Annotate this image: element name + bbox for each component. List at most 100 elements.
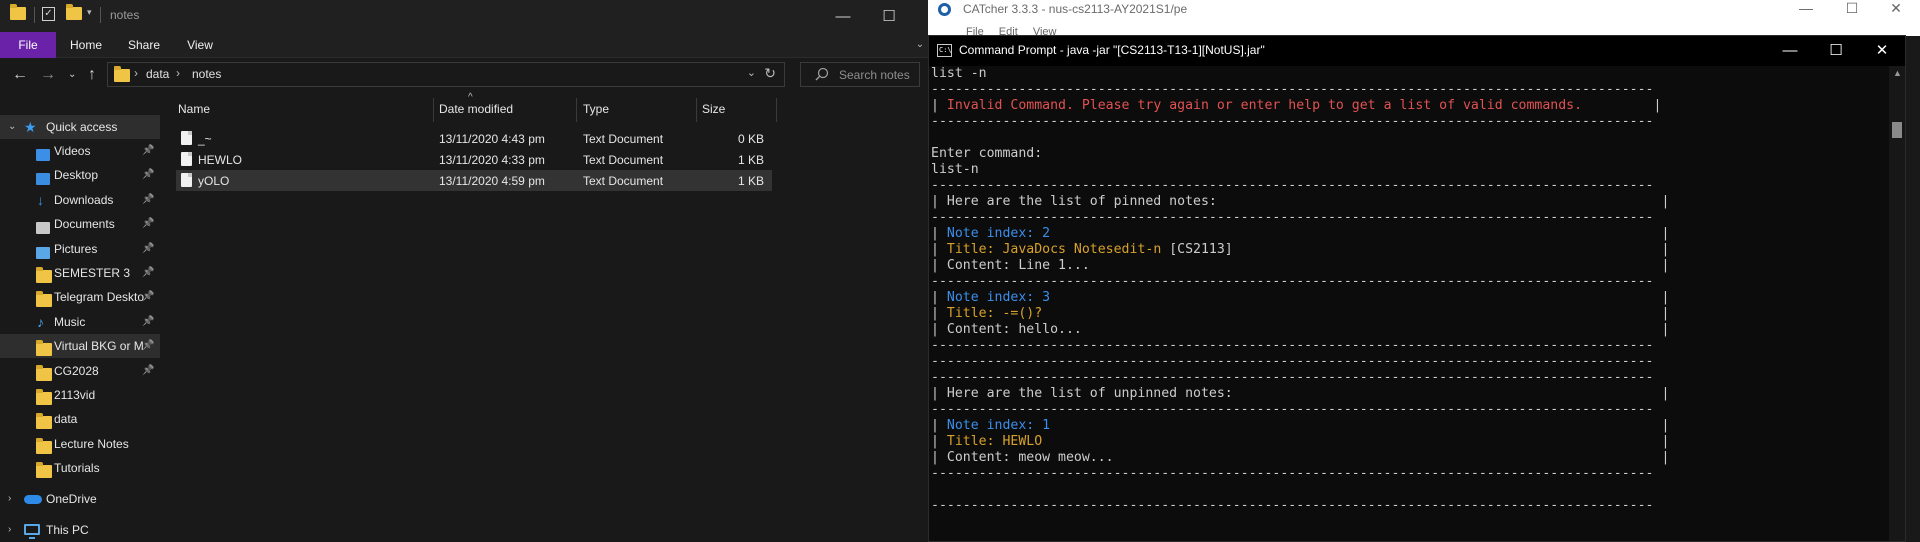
column-divider[interactable] [696, 98, 697, 122]
maximize-button[interactable]: ☐ [1813, 36, 1859, 66]
pin-icon[interactable]: 📌 [142, 139, 154, 163]
pin-icon[interactable]: 📌 [142, 212, 154, 236]
cmd-titlebar[interactable]: C:\ Command Prompt - java -jar "[CS2113-… [929, 36, 1905, 66]
nav-quick-access[interactable]: ⌄ ★ Quick access [0, 115, 160, 139]
tab-file[interactable]: File [0, 32, 56, 58]
scrollbar-thumb[interactable] [1892, 122, 1902, 138]
close-button[interactable]: ✕ [1859, 36, 1905, 66]
pin-icon[interactable]: 📌 [142, 285, 154, 309]
sidebar-item-label: Desktop [54, 168, 99, 183]
console-line: ----------------------------------------… [931, 210, 1891, 226]
nav-onedrive[interactable]: › OneDrive [0, 487, 160, 511]
column-name[interactable]: Name [178, 102, 210, 116]
new-folder-icon[interactable] [66, 4, 82, 23]
maximize-button[interactable]: ☐ [1829, 0, 1875, 17]
folder-icon [10, 4, 26, 23]
maximize-button[interactable]: ☐ [866, 0, 912, 32]
sidebar-item-downloads[interactable]: ↓ Downloads 📌 [0, 188, 160, 212]
column-divider[interactable] [433, 98, 434, 122]
console-icon: C:\ [937, 44, 952, 57]
search-input[interactable]: Search notes [839, 68, 910, 82]
pin-icon[interactable]: 📌 [142, 334, 154, 358]
scroll-up-icon[interactable]: ▲ [1893, 68, 1902, 78]
console-line: Enter command: [931, 146, 1891, 162]
back-button[interactable]: ← [12, 66, 28, 84]
tab-share[interactable]: Share [124, 32, 164, 58]
sidebar-item-pictures[interactable]: Pictures 📌 [0, 237, 160, 261]
search-box[interactable]: Search notes [800, 62, 920, 87]
nav-label: This PC [46, 523, 89, 537]
search-icon [815, 67, 829, 81]
address-bar[interactable]: › data › notes ⌄ ↻ [107, 62, 785, 87]
console-text: | Here are the list of pinned notes: | [931, 194, 1670, 209]
breadcrumb-separator[interactable]: › [134, 66, 138, 80]
column-divider[interactable] [576, 98, 577, 122]
file-type: Text Document [583, 132, 664, 146]
console-text: | [1582, 98, 1662, 113]
pin-icon[interactable]: 📌 [142, 163, 154, 187]
column-size[interactable]: Size [702, 102, 725, 116]
console-text: ----------------------------------------… [931, 274, 1654, 289]
nav-label: OneDrive [46, 492, 97, 506]
chevron-down-icon[interactable]: ⌄ [8, 115, 16, 139]
recent-locations-icon[interactable]: ⌄ [68, 69, 76, 80]
file-type: Text Document [583, 153, 664, 167]
properties-icon[interactable]: ✓ [42, 7, 55, 21]
chevron-right-icon[interactable]: › [8, 518, 11, 542]
chevron-right-icon[interactable]: › [8, 487, 11, 511]
sidebar-item-data[interactable]: data [0, 407, 160, 431]
explorer-titlebar[interactable]: ✓ ▾ notes — ☐ [0, 0, 928, 32]
sidebar-item-cg2028[interactable]: CG2028 📌 [0, 359, 160, 383]
sidebar-item-tutorials[interactable]: Tutorials [0, 456, 160, 480]
console-output[interactable]: list -n ---------------------------------… [931, 66, 1891, 541]
nav-label: Quick access [46, 120, 118, 134]
expand-ribbon-icon[interactable]: ⌄ [915, 32, 925, 58]
console-text: Title: JavaDocs Notesedit-n [946, 242, 1162, 257]
minimize-button[interactable]: — [1767, 36, 1813, 66]
close-button[interactable]: ✕ [1873, 0, 1919, 17]
console-line: | Invalid Command. Please try again or e… [931, 98, 1891, 114]
sidebar-item-semester-3[interactable]: SEMESTER 3 📌 [0, 261, 160, 285]
separator [100, 7, 101, 23]
sidebar-item-lecture-notes[interactable]: Lecture Notes [0, 432, 160, 456]
breadcrumb-data[interactable]: data [146, 67, 169, 81]
minimize-button[interactable]: — [1783, 0, 1829, 16]
console-text: list -n [931, 66, 987, 81]
tab-home[interactable]: Home [66, 32, 106, 58]
pin-icon[interactable]: 📌 [142, 261, 154, 285]
column-date-modified[interactable]: Date modified [439, 102, 513, 116]
file-row[interactable]: _~ 13/11/2020 4:43 pm Text Document 0 KB [176, 128, 772, 149]
tab-view[interactable]: View [180, 32, 220, 58]
file-row[interactable]: yOLO 13/11/2020 4:59 pm Text Document 1 … [176, 170, 772, 191]
pin-icon[interactable]: 📌 [142, 310, 154, 334]
sidebar-item-videos[interactable]: Videos 📌 [0, 139, 160, 163]
up-button[interactable]: ↑ [88, 66, 96, 84]
file-row[interactable]: HEWLO 13/11/2020 4:33 pm Text Document 1… [176, 149, 772, 170]
console-text: Enter command: [931, 146, 1043, 161]
address-dropdown-icon[interactable]: ⌄ [747, 66, 756, 79]
console-text: | Content: hello... | [931, 322, 1670, 337]
text-document-icon [181, 173, 192, 187]
sidebar-item-2113vid[interactable]: 2113vid [0, 383, 160, 407]
forward-button[interactable]: → [40, 66, 56, 84]
minimize-button[interactable]: — [820, 0, 866, 32]
breadcrumb-separator[interactable]: › [176, 66, 180, 80]
sidebar-item-telegram-deskto[interactable]: Telegram Deskto 📌 [0, 285, 160, 309]
scrollbar[interactable]: ▲ [1889, 66, 1905, 541]
console-text: | Content: meow meow... | [931, 450, 1670, 465]
breadcrumb-notes[interactable]: notes [192, 67, 221, 81]
sidebar-item-virtual-bkg-or-m[interactable]: Virtual BKG or M 📌 [0, 334, 160, 359]
column-type[interactable]: Type [583, 102, 609, 116]
cloud-icon [24, 495, 42, 504]
sidebar-item-desktop[interactable]: Desktop 📌 [0, 163, 160, 187]
column-divider[interactable] [776, 98, 777, 122]
pin-icon[interactable]: 📌 [142, 237, 154, 261]
nav-this-pc[interactable]: › This PC [0, 518, 160, 542]
pin-icon[interactable]: 📌 [142, 188, 154, 212]
sidebar-item-music[interactable]: ♪ Music 📌 [0, 310, 160, 334]
refresh-icon[interactable]: ↻ [764, 65, 776, 82]
folder-icon [114, 66, 130, 85]
sidebar-item-documents[interactable]: Documents 📌 [0, 212, 160, 236]
console-line: | Title: HEWLO | [931, 434, 1891, 450]
pin-icon[interactable]: 📌 [142, 359, 154, 383]
